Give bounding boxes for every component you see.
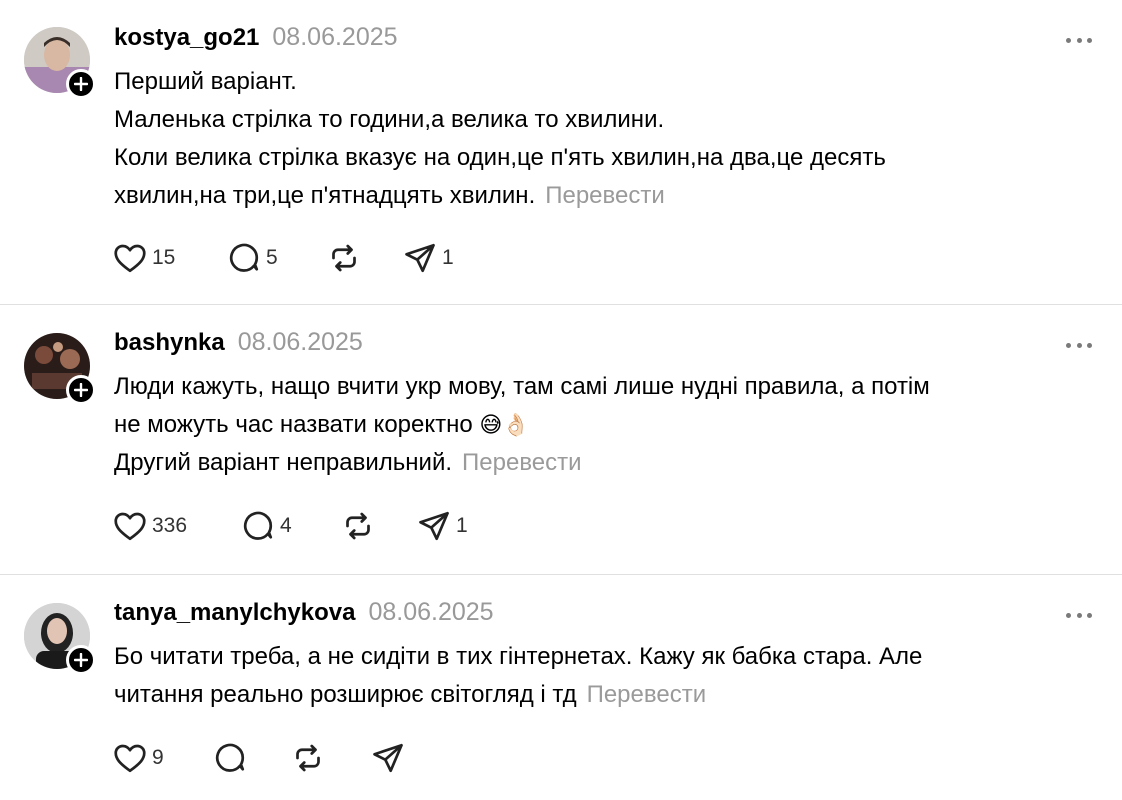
post-body: Люди кажуть, нащо вчити укр мову, там са… <box>114 368 1094 482</box>
follow-button[interactable] <box>66 375 96 405</box>
follow-button[interactable] <box>66 69 96 99</box>
post-date: 08.06.2025 <box>237 328 363 356</box>
post-text-line: Бо читати треба, а не сидіти в тих гінте… <box>114 643 923 670</box>
like-count: 15 <box>152 246 176 269</box>
action-bar: 15 5 1 <box>112 240 454 276</box>
post-text-line: Перший варіант. <box>114 68 297 95</box>
post-text: Другий варіант неправильний. <box>114 449 453 476</box>
more-dots-icon[interactable] <box>1066 343 1092 349</box>
username[interactable]: kostya_go21 <box>114 24 259 52</box>
post-text-line: хвилин,на три,це п'ятнадцять хвилин. Пере… <box>114 177 1094 215</box>
repost-button[interactable] <box>326 240 402 276</box>
comment-bubble-icon <box>215 743 245 772</box>
post-date: 08.06.2025 <box>272 23 398 51</box>
heart-icon <box>114 244 146 273</box>
post-body: Бо читати треба, а не сидіти в тих гінте… <box>114 638 1094 714</box>
avatar-container[interactable] <box>24 27 96 99</box>
share-button[interactable] <box>370 740 420 776</box>
repost-button[interactable] <box>290 740 370 776</box>
post-header: kostya_go21 08.06.2025 <box>114 23 398 57</box>
comment-count: 5 <box>266 246 278 269</box>
share-count: 1 <box>442 246 454 269</box>
comment-feed: kostya_go21 08.06.2025 Перший варіант. М… <box>0 0 1122 800</box>
share-count: 1 <box>456 514 468 537</box>
action-bar: 336 4 1 <box>112 508 468 544</box>
username[interactable]: tanya_manylchykova <box>114 599 355 627</box>
post-text: не можуть час назвати коректно <box>114 411 473 438</box>
comment-button[interactable]: 4 <box>240 508 340 544</box>
more-dots-icon[interactable] <box>1066 38 1092 44</box>
follow-button[interactable] <box>66 645 96 675</box>
comment-bubble-icon <box>243 511 273 540</box>
post-header: bashynka 08.06.2025 <box>114 328 363 362</box>
username[interactable]: bashynka <box>114 329 225 357</box>
post: tanya_manylchykova 08.06.2025 Бо читати … <box>0 575 1122 800</box>
translate-link[interactable]: Перевести <box>462 449 582 476</box>
avatar-container[interactable] <box>24 333 96 405</box>
send-icon <box>405 243 435 273</box>
post: kostya_go21 08.06.2025 Перший варіант. М… <box>0 0 1122 304</box>
comment-button[interactable]: 5 <box>226 240 326 276</box>
send-icon <box>373 743 403 773</box>
heart-icon <box>114 744 146 773</box>
plus-icon <box>74 77 88 91</box>
comment-button[interactable] <box>212 740 290 776</box>
heart-icon <box>114 512 146 541</box>
repost-icon <box>332 244 356 272</box>
action-bar: 9 <box>112 740 420 776</box>
send-icon <box>419 511 449 541</box>
avatar-container[interactable] <box>24 603 96 675</box>
repost-icon <box>346 512 370 540</box>
post-header: tanya_manylchykova 08.06.2025 <box>114 598 494 632</box>
post-text-line: читання реально розширює світогляд і тд П… <box>114 676 1094 714</box>
emoji: 😅👌🏻 <box>479 412 530 437</box>
post: bashynka 08.06.2025 Люди кажуть, нащо вч… <box>0 305 1122 574</box>
share-button[interactable]: 1 <box>402 240 454 276</box>
post-text-line: Маленька стрілка то години,а велика то х… <box>114 106 665 133</box>
post-text-line: Коли велика стрілка вказує на один,це п'… <box>114 144 886 171</box>
post-text: хвилин,на три,це п'ятнадцять хвилин. <box>114 182 536 209</box>
more-dots-icon[interactable] <box>1066 613 1092 619</box>
post-text: читання реально розширює світогляд і тд <box>114 681 577 708</box>
post-text-line: не можуть час назвати коректно 😅👌🏻 <box>114 406 1094 444</box>
repost-icon <box>296 744 320 772</box>
comment-count: 4 <box>280 514 292 537</box>
post-text-line: Люди кажуть, нащо вчити укр мову, там са… <box>114 373 930 400</box>
translate-link[interactable]: Перевести <box>587 681 707 708</box>
comment-bubble-icon <box>229 243 259 272</box>
post-date: 08.06.2025 <box>368 598 494 626</box>
like-button[interactable]: 15 <box>112 240 226 276</box>
plus-icon <box>74 653 88 667</box>
post-body: Перший варіант. Маленька стрілка то годи… <box>114 63 1094 215</box>
translate-link[interactable]: Перевести <box>545 182 665 209</box>
post-text-line: Другий варіант неправильний. Перевести <box>114 444 1094 482</box>
plus-icon <box>74 383 88 397</box>
repost-button[interactable] <box>340 508 416 544</box>
like-button[interactable]: 336 <box>112 508 240 544</box>
share-button[interactable]: 1 <box>416 508 468 544</box>
like-count: 9 <box>152 746 164 769</box>
like-count: 336 <box>152 514 188 537</box>
like-button[interactable]: 9 <box>112 740 212 776</box>
